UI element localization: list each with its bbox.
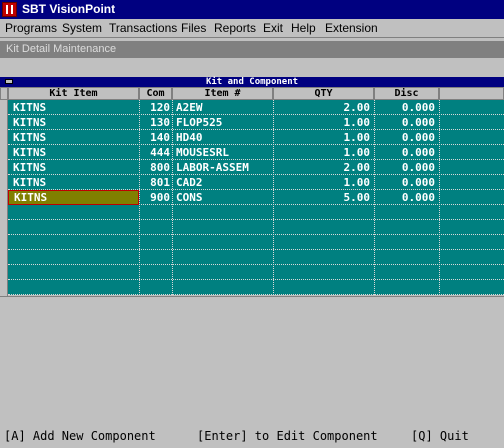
menu-transactions[interactable]: Transactions: [109, 21, 177, 35]
menu-help[interactable]: Help: [291, 21, 316, 35]
cell-component[interactable]: 800: [139, 160, 172, 175]
cell-item-number[interactable]: CONS: [172, 190, 273, 205]
cell-component[interactable]: 140: [139, 130, 172, 145]
cell-disc[interactable]: 0.000: [374, 160, 439, 175]
cell-kit-item[interactable]: KITNS: [8, 175, 139, 190]
cell-item-number[interactable]: MOUSESRL: [172, 145, 273, 160]
header-corner: [0, 87, 8, 100]
row-divider: [8, 294, 504, 295]
column-header-component[interactable]: Com: [139, 87, 172, 100]
row-selector[interactable]: [0, 205, 8, 220]
row-divider: [8, 264, 504, 265]
cell-qty[interactable]: 1.00: [273, 175, 374, 190]
cell-item-number[interactable]: HD40: [172, 130, 273, 145]
row-selector[interactable]: [0, 115, 8, 130]
cell-component[interactable]: 120: [139, 100, 172, 115]
cell-kit-item[interactable]: KITNS: [8, 115, 139, 130]
cell-qty[interactable]: 5.00: [273, 190, 374, 205]
row-selector[interactable]: [0, 100, 8, 115]
menu-extension[interactable]: Extension: [325, 21, 378, 35]
status-add-component[interactable]: [A] Add New Component: [4, 429, 156, 444]
menu-files[interactable]: Files: [181, 21, 206, 35]
menu-exit[interactable]: Exit: [263, 21, 283, 35]
cell-kit-item[interactable]: KITNS: [8, 160, 139, 175]
cell-kit-item[interactable]: KITNS: [8, 190, 139, 205]
row-selector[interactable]: [0, 220, 8, 235]
cell-qty[interactable]: 1.00: [273, 115, 374, 130]
app-icon[interactable]: [2, 2, 17, 17]
cell-kit-item[interactable]: KITNS: [8, 100, 139, 115]
column-header-disc[interactable]: Disc: [374, 87, 439, 100]
row-selector[interactable]: [0, 145, 8, 160]
column-header-empty: [439, 87, 504, 100]
cell-item-number[interactable]: LABOR-ASSEM: [172, 160, 273, 175]
form-title-bar: Kit Detail Maintenance: [0, 41, 504, 58]
cell-disc[interactable]: 0.000: [374, 115, 439, 130]
row-divider: [8, 219, 504, 220]
kit-component-grid[interactable]: Kit and Component Kit Item Com Item # QT…: [0, 77, 504, 371]
row-selector[interactable]: [0, 235, 8, 250]
row-divider: [8, 234, 504, 235]
row-selector[interactable]: [0, 130, 8, 145]
cell-disc[interactable]: 0.000: [374, 145, 439, 160]
cell-item-number[interactable]: FLOP525: [172, 115, 273, 130]
title-bar: SBT VisionPoint: [0, 0, 504, 19]
cell-component[interactable]: 444: [139, 145, 172, 160]
cell-item-number[interactable]: CAD2: [172, 175, 273, 190]
window-title: SBT VisionPoint: [22, 2, 116, 16]
status-quit[interactable]: [Q] Quit: [411, 429, 469, 444]
form-title: Kit Detail Maintenance: [6, 43, 117, 55]
cell-component[interactable]: 801: [139, 175, 172, 190]
menu-reports[interactable]: Reports: [214, 21, 256, 35]
row-divider: [8, 249, 504, 250]
row-selector[interactable]: [0, 265, 8, 280]
status-bar: [A] Add New Component [Enter] to Edit Co…: [0, 426, 504, 447]
cell-disc[interactable]: 0.000: [374, 130, 439, 145]
row-selector[interactable]: [0, 280, 8, 295]
column-header-qty[interactable]: QTY: [273, 87, 374, 100]
cell-qty[interactable]: 2.00: [273, 100, 374, 115]
menu-system[interactable]: System: [62, 21, 102, 35]
cell-qty[interactable]: 1.00: [273, 130, 374, 145]
cell-disc[interactable]: 0.000: [374, 190, 439, 205]
cell-qty[interactable]: 2.00: [273, 160, 374, 175]
menu-bar: Programs System Transactions Files Repor…: [0, 19, 504, 38]
menu-programs[interactable]: Programs: [5, 21, 57, 35]
cell-disc[interactable]: 0.000: [374, 175, 439, 190]
row-divider: [8, 279, 504, 280]
cell-disc[interactable]: 0.000: [374, 100, 439, 115]
cell-qty[interactable]: 1.00: [273, 145, 374, 160]
row-selector[interactable]: [0, 250, 8, 265]
grid-caption-bar: Kit and Component: [0, 77, 504, 87]
cell-kit-item[interactable]: KITNS: [8, 145, 139, 160]
column-header-item-number[interactable]: Item #: [172, 87, 273, 100]
row-selector[interactable]: [0, 190, 8, 205]
cell-kit-item[interactable]: KITNS: [8, 130, 139, 145]
row-selector[interactable]: [0, 160, 8, 175]
cell-component[interactable]: 900: [139, 190, 172, 205]
column-header-kit-item[interactable]: Kit Item: [8, 87, 139, 100]
cell-item-number[interactable]: A2EW: [172, 100, 273, 115]
status-edit-component[interactable]: [Enter] to Edit Component: [197, 429, 378, 444]
row-selector[interactable]: [0, 175, 8, 190]
cell-component[interactable]: 130: [139, 115, 172, 130]
